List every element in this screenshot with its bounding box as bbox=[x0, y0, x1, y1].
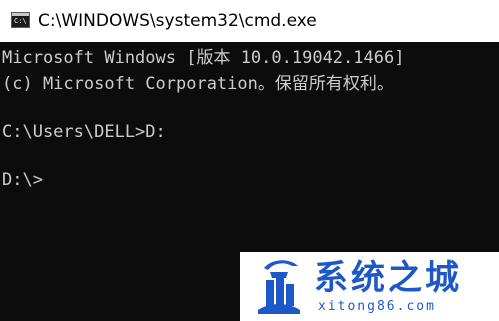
city-logo-icon bbox=[258, 260, 300, 314]
console-line: (c) Microsoft Corporation。保留所有权利。 bbox=[2, 74, 394, 94]
watermark: 系统之城 xitong86.com bbox=[240, 252, 499, 321]
watermark-brand: 系统之城 bbox=[314, 258, 462, 298]
cmd-icon[interactable]: C:\ bbox=[11, 12, 30, 28]
watermark-url: xitong86.com bbox=[318, 299, 436, 314]
window-title: C:\WINDOWS\system32\cmd.exe bbox=[38, 11, 317, 31]
console-prompt: D:\> bbox=[2, 170, 43, 190]
title-bar[interactable]: C:\ C:\WINDOWS\system32\cmd.exe bbox=[0, 0, 499, 42]
cmd-window: C:\ C:\WINDOWS\system32\cmd.exe Microsof… bbox=[0, 0, 499, 321]
console-line: Microsoft Windows [版本 10.0.19042.1466] bbox=[2, 48, 405, 68]
console-line: C:\Users\DELL>D: bbox=[2, 122, 166, 142]
